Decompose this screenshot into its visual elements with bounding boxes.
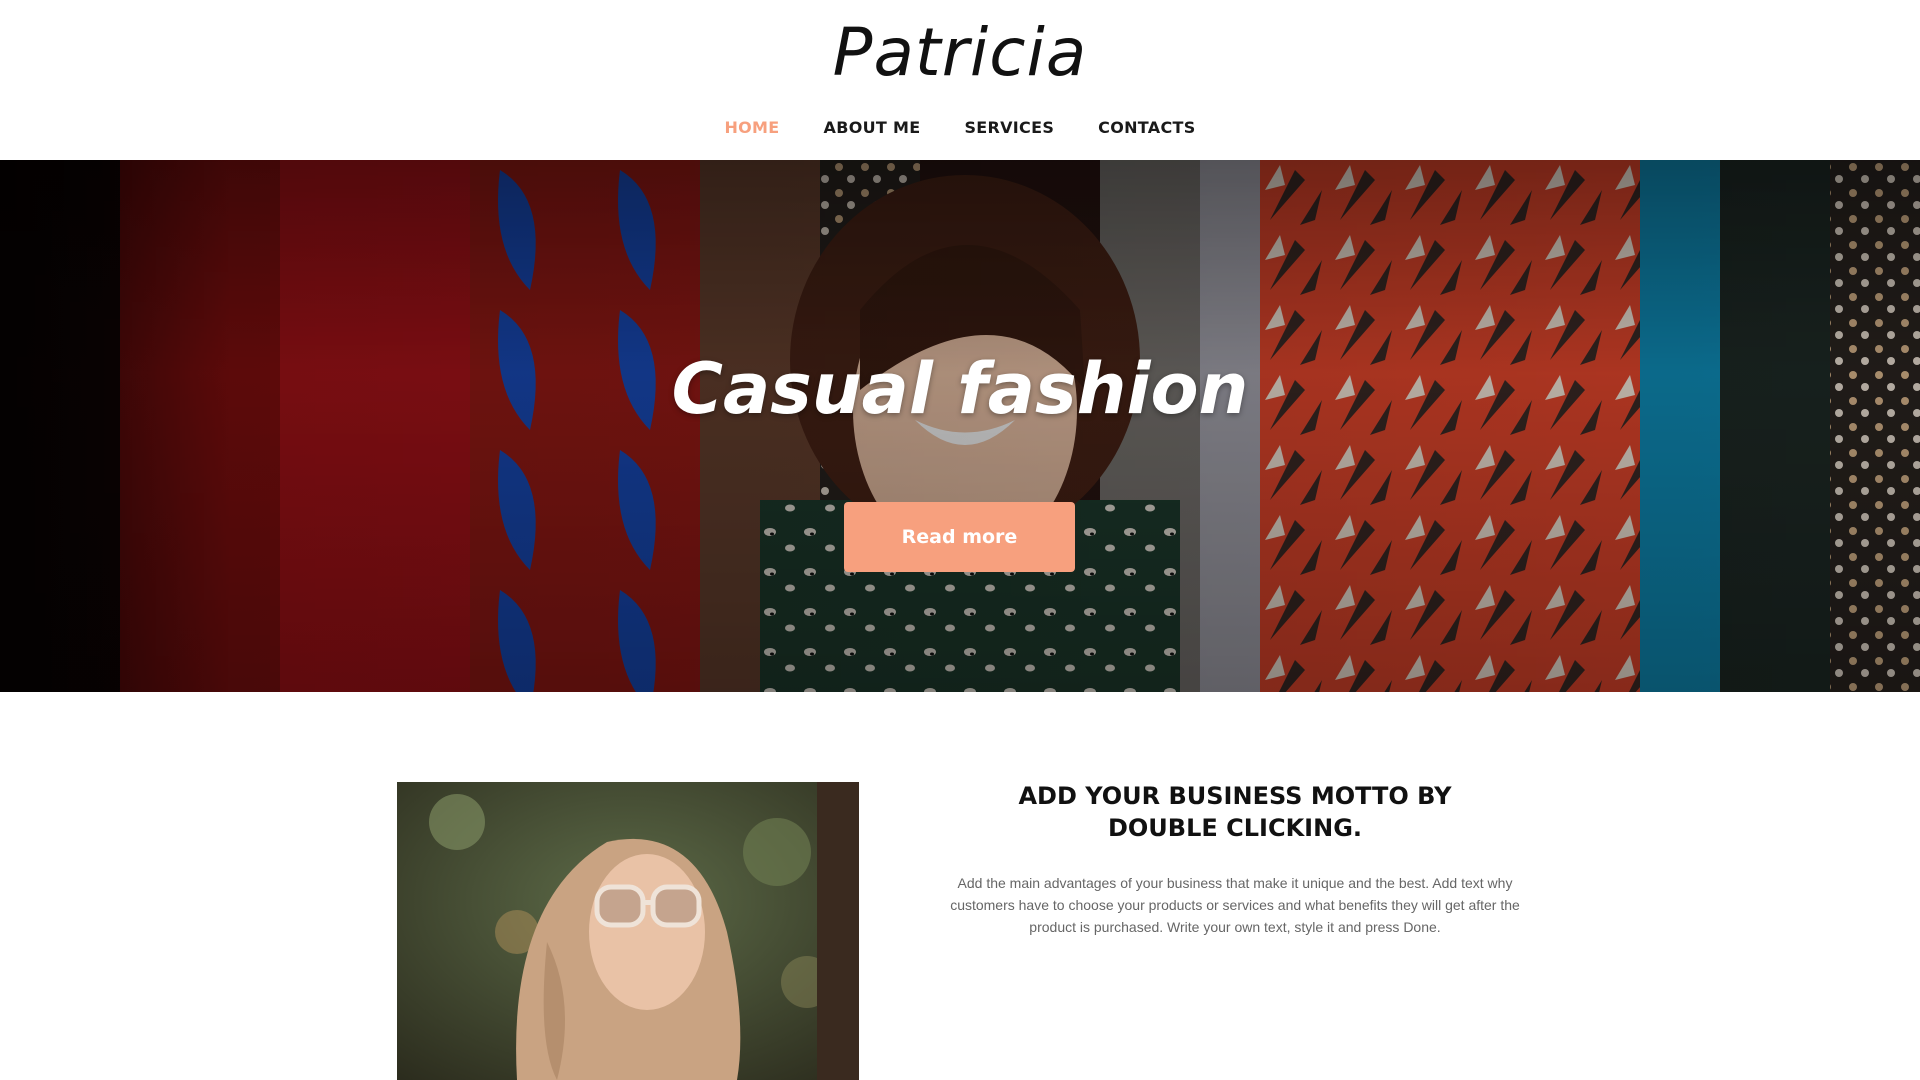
- main-nav: HOME ABOUT ME SERVICES CONTACTS: [0, 118, 1920, 137]
- site-header: Patricia HOME ABOUT ME SERVICES CONTACTS: [0, 0, 1920, 160]
- nav-item-home[interactable]: HOME: [724, 118, 779, 137]
- site-logo[interactable]: Patricia: [0, 14, 1920, 91]
- nav-item-contacts[interactable]: CONTACTS: [1098, 118, 1195, 137]
- woman-sunglasses-photo: [397, 782, 859, 1080]
- nav-item-services[interactable]: SERVICES: [964, 118, 1054, 137]
- business-description-text: Add the main advantages of your business…: [950, 875, 1520, 935]
- hero-title: Casual fashion: [671, 348, 1249, 430]
- hero-section: Casual fashion Read more: [0, 160, 1920, 692]
- nav-item-about-me[interactable]: ABOUT ME: [824, 118, 921, 137]
- read-more-button[interactable]: Read more: [844, 502, 1075, 572]
- business-motto-heading: ADD YOUR BUSINESS MOTTO BY DOUBLE CLICKI…: [1018, 782, 1452, 842]
